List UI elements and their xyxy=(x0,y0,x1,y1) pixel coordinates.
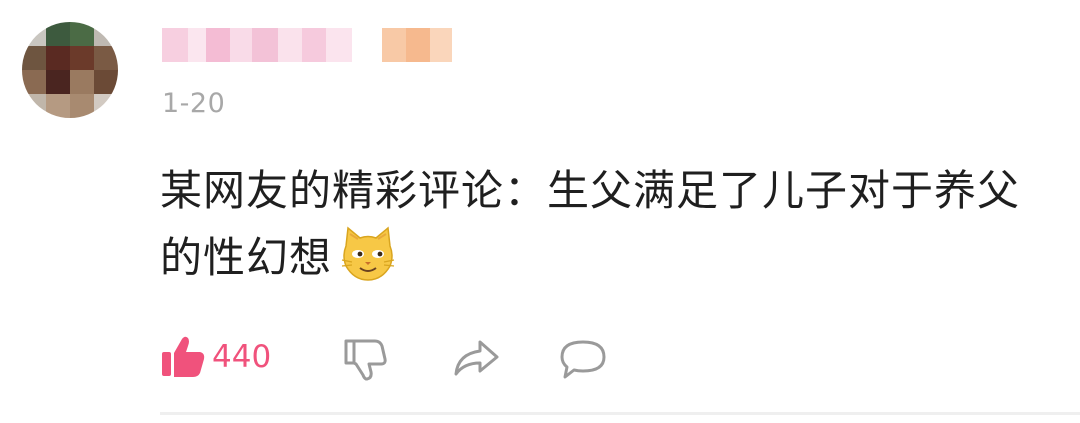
comment-text: 某网友的精彩评论：生父满足了儿子对于养父的性幻想 xyxy=(160,158,1060,291)
comment-card: 1-20 某网友的精彩评论：生父满足了儿子对于养父的性幻想 440 xyxy=(0,0,1080,423)
cat-face-icon xyxy=(341,226,395,281)
thumbs-up-icon xyxy=(162,336,205,377)
username-redacted[interactable] xyxy=(162,28,452,62)
share-arrow-icon[interactable] xyxy=(452,338,500,378)
speech-bubble-icon[interactable] xyxy=(558,338,608,382)
like-count: 440 xyxy=(212,339,272,375)
comment-date: 1-20 xyxy=(162,88,226,119)
like-button[interactable]: 440 xyxy=(160,334,271,380)
comment-text-content: 某网友的精彩评论：生父满足了儿子对于养父的性幻想 xyxy=(160,166,1021,282)
comment-actions: 440 xyxy=(160,330,1060,390)
thumbs-down-icon[interactable] xyxy=(342,338,388,382)
avatar[interactable] xyxy=(22,22,118,118)
divider xyxy=(160,412,1080,415)
